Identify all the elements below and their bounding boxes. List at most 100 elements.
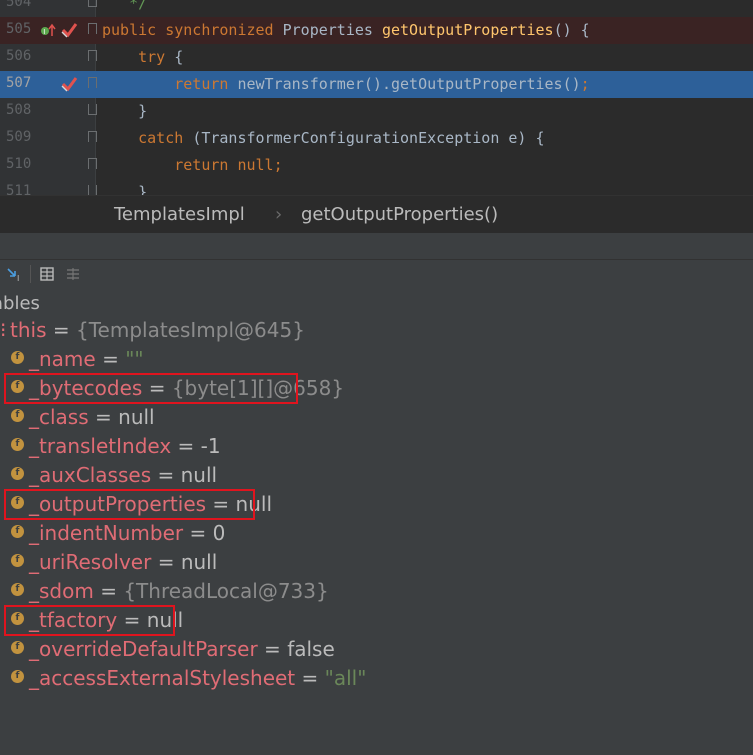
variable-name: _class	[29, 405, 89, 429]
variable-value: false	[287, 637, 335, 661]
code-token: try	[102, 48, 175, 66]
code-text[interactable]: }	[102, 183, 147, 195]
code-text[interactable]: }	[102, 102, 147, 120]
code-line[interactable]: 509 catch (TransformerConfigurationExcep…	[0, 125, 753, 152]
line-number[interactable]: 504	[6, 0, 31, 10]
code-line[interactable]: 507 return newTransformer().getOutputPro…	[0, 71, 753, 98]
code-token: }	[102, 102, 148, 120]
line-number[interactable]: 510	[6, 156, 31, 172]
variable-name: _name	[29, 347, 96, 371]
tree-row-root[interactable]: ⁝ this = {TemplatesImpl@645}	[0, 316, 753, 345]
variable-value: 0	[212, 521, 226, 545]
expand-arrow-icon[interactable]: ⁝	[0, 316, 6, 345]
breadcrumb-method[interactable]: getOutputProperties()	[301, 204, 498, 225]
field-icon: f	[11, 467, 24, 480]
code-token: return null	[102, 156, 274, 174]
step-into-icon[interactable]: I	[6, 265, 24, 283]
tree-row-field[interactable]: f _name = ""	[0, 345, 753, 374]
fold-marker-icon[interactable]	[88, 104, 97, 115]
code-token: Properties	[282, 21, 382, 39]
line-number[interactable]: 508	[6, 102, 31, 118]
line-number[interactable]: 511	[6, 183, 31, 195]
code-token: () {	[553, 21, 590, 39]
fold-marker-icon[interactable]	[88, 0, 97, 7]
variable-equals: =	[95, 347, 126, 371]
fold-marker-icon[interactable]	[88, 50, 97, 61]
code-line[interactable]: 508 }	[0, 98, 753, 125]
method-override-icon[interactable]: I	[40, 21, 56, 39]
variable-equals: =	[183, 521, 213, 545]
tree-row-field[interactable]: f _indentNumber = 0	[0, 519, 753, 548]
field-icon: f	[11, 438, 24, 451]
variable-name: _transletIndex	[29, 434, 172, 458]
code-text[interactable]: catch (TransformerConfigurationException…	[102, 129, 545, 147]
variable-equals: =	[46, 318, 76, 342]
variable-value: -1	[200, 434, 221, 458]
tree-row-field[interactable]: f _sdom = {ThreadLocal@733}	[0, 577, 753, 606]
code-text[interactable]: public synchronized Properties getOutput…	[102, 21, 590, 39]
tree-row-field[interactable]: f _transletIndex = -1	[0, 432, 753, 461]
field-icon: f	[11, 351, 24, 364]
tree-row-field[interactable]: f _class = null	[0, 403, 753, 432]
code-token: */	[102, 0, 148, 12]
highlight-box	[4, 605, 175, 636]
code-token: catch	[102, 129, 193, 147]
code-line[interactable]: 511 }	[0, 179, 753, 195]
code-token: ;	[273, 156, 283, 174]
variable-name: _overrideDefaultParser	[29, 637, 258, 661]
table-view-icon[interactable]	[38, 265, 56, 283]
fold-marker-icon[interactable]	[88, 77, 97, 88]
tree-row-field[interactable]: f _tfactory = null	[0, 605, 753, 636]
tree-row-field[interactable]: f _accessExternalStylesheet = "all"	[0, 664, 753, 693]
code-token: ;	[580, 75, 590, 93]
code-line[interactable]: 506 try {	[0, 44, 753, 71]
variable-name: _uriResolver	[29, 550, 152, 574]
code-line[interactable]: 504 */	[0, 0, 753, 17]
variable-name: this	[10, 318, 47, 342]
variable-equals: =	[257, 637, 288, 661]
line-number[interactable]: 507	[6, 75, 31, 91]
tree-row-field[interactable]: f _auxClasses = null	[0, 461, 753, 490]
tree-row-field[interactable]: f _bytecodes = {byte[1][]@658}	[0, 373, 753, 404]
variable-name: _sdom	[29, 579, 94, 603]
breakpoint-check-icon[interactable]	[60, 21, 78, 39]
field-icon: f	[11, 554, 24, 567]
code-editor[interactable]: 504 */ 505 Ipublic synchronized Properties…	[0, 0, 753, 195]
panel-splitter[interactable]	[0, 233, 753, 260]
code-token: getOutputProperties	[381, 21, 554, 39]
line-number[interactable]: 509	[6, 129, 31, 145]
variables-tree[interactable]: ⁝ this = {TemplatesImpl@645} f _name = ""…	[0, 316, 753, 755]
variable-name: _indentNumber	[29, 521, 184, 545]
field-icon: f	[11, 583, 24, 596]
breakpoint-check-icon[interactable]	[60, 75, 78, 93]
tree-row-field[interactable]: f _outputProperties = null	[0, 489, 753, 520]
code-text[interactable]: return null;	[102, 156, 283, 174]
line-number[interactable]: 506	[6, 48, 31, 64]
variable-equals: =	[151, 550, 181, 574]
code-text[interactable]: return newTransformer().getOutputPropert…	[102, 75, 590, 93]
list-view-icon[interactable]	[64, 265, 82, 283]
fold-marker-icon[interactable]	[88, 158, 97, 169]
code-line[interactable]: 510 return null;	[0, 152, 753, 179]
fold-marker-icon[interactable]	[88, 23, 97, 34]
code-token: (TransformerConfigurationException e) {	[192, 129, 545, 147]
tree-row-field[interactable]: f _overrideDefaultParser = false	[0, 635, 753, 664]
variables-header: ables	[0, 288, 753, 317]
fold-marker-icon[interactable]	[88, 185, 97, 195]
variable-name: _auxClasses	[29, 463, 152, 487]
variable-value: null	[180, 550, 218, 574]
variable-equals: =	[151, 463, 181, 487]
line-number[interactable]: 505	[6, 21, 31, 37]
variable-equals: =	[295, 666, 325, 690]
variable-value: {TemplatesImpl@645}	[75, 318, 305, 342]
code-line[interactable]: 505 Ipublic synchronized Properties getOu…	[0, 17, 753, 44]
field-icon: f	[11, 641, 24, 654]
code-text[interactable]: try {	[102, 48, 183, 66]
svg-text:I: I	[43, 28, 45, 36]
tree-row-field[interactable]: f _uriResolver = null	[0, 548, 753, 577]
code-token: return	[102, 75, 238, 93]
fold-marker-icon[interactable]	[88, 131, 97, 142]
breadcrumb-class[interactable]: TemplatesImpl	[114, 204, 245, 225]
field-icon: f	[11, 525, 24, 538]
code-text[interactable]: */	[102, 0, 147, 12]
